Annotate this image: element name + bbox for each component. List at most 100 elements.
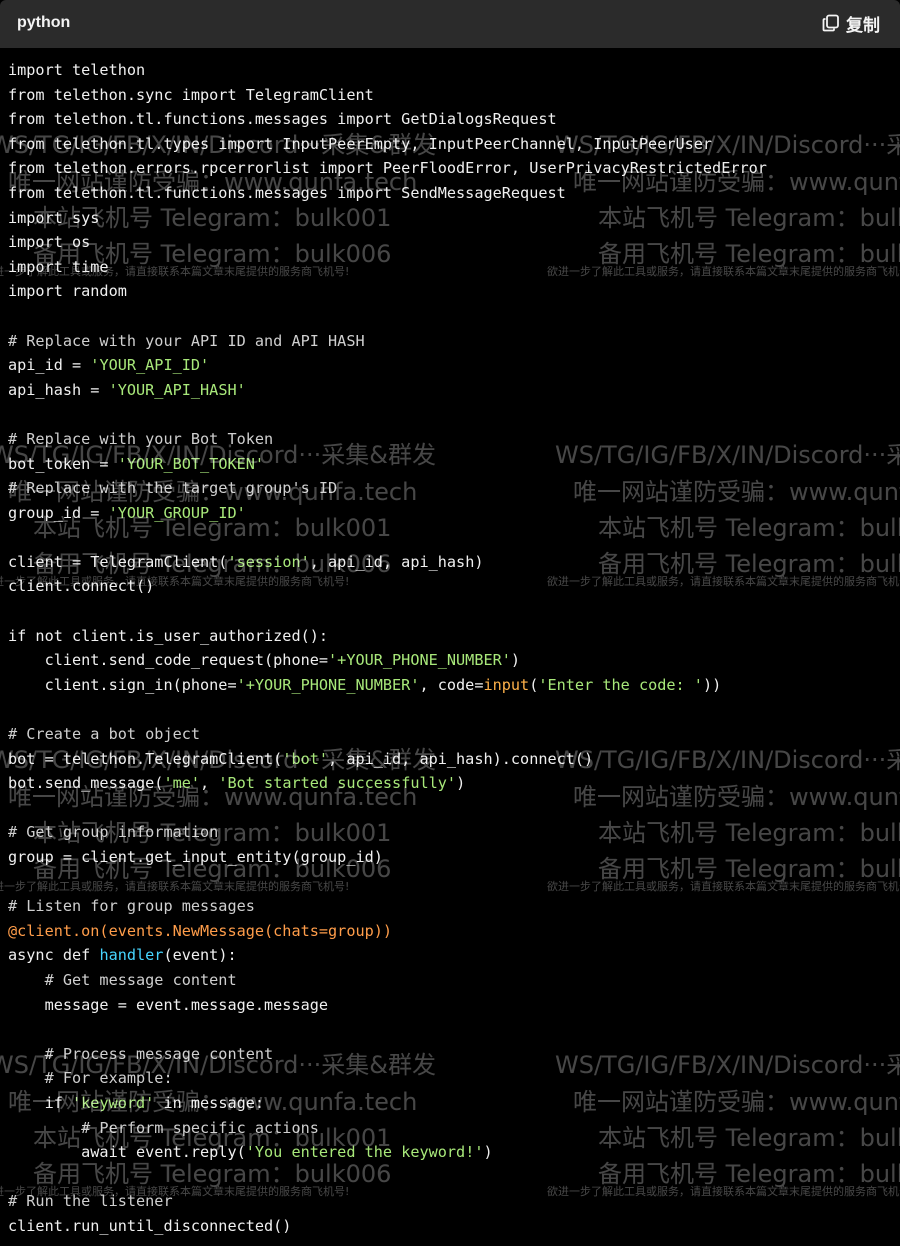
code-token: 'session': [227, 552, 310, 571]
code-token: client.connect(): [8, 577, 155, 596]
code-line: # Replace with your API ID and API HASH: [8, 329, 900, 354]
code-line: import sys: [8, 206, 900, 231]
code-line: # For example:: [8, 1066, 900, 1091]
code-token: import telethon: [8, 61, 146, 79]
code-token: # Perform specific actions: [8, 1118, 319, 1137]
code-line: # Replace with the target group's ID: [8, 476, 900, 501]
code-token: group = client.get_input_entity(group_id…: [8, 848, 383, 866]
code-token: 'You entered the keyword!': [245, 1143, 484, 1162]
code-token: group_id =: [8, 503, 109, 522]
code-block-header: python 复制: [0, 0, 900, 48]
code-block[interactable]: import telethon from telethon.sync import…: [8, 58, 900, 1239]
code-line: client.run_until_disconnected(): [8, 1214, 900, 1239]
code-token: # For example:: [8, 1069, 173, 1088]
code-token: 'me': [163, 774, 201, 793]
code-token: in message:: [154, 1093, 265, 1112]
code-token: async def: [8, 946, 100, 965]
code-token: # Replace with your API ID and API HASH: [8, 331, 365, 350]
code-line: # Get group information: [8, 820, 900, 845]
code-token: import random: [8, 282, 127, 301]
code-line: # Replace with your Bot Token: [8, 427, 900, 452]
copy-icon: [822, 14, 839, 32]
code-token: from telethon.sync import TelegramClient: [8, 85, 374, 104]
code-token: if: [8, 1093, 73, 1112]
code-token: # Replace with your Bot Token: [8, 429, 274, 448]
code-token: , api_id, api_hash): [309, 552, 484, 571]
code-line: # Create a bot object: [8, 722, 900, 747]
code-line: # Perform specific actions: [8, 1116, 900, 1141]
code-line: api_id = 'YOUR_API_ID': [8, 353, 900, 378]
code-line: client.connect(): [8, 574, 900, 599]
code-token: (: [529, 675, 539, 694]
code-token: from telethon.errors.rpcerrorlist import…: [8, 159, 767, 178]
code-token: 'YOUR_BOT_TOKEN': [117, 454, 265, 473]
copy-button[interactable]: 复制: [822, 12, 880, 36]
code-token: bot.send_message(: [8, 774, 164, 793]
code-line: from telethon.tl.functions.messages impo…: [8, 181, 900, 206]
code-line: bot = telethon.TelegramClient('bot', api…: [8, 747, 900, 772]
code-token: if not client.is_user_authorized():: [8, 626, 329, 645]
code-token: import time: [8, 257, 109, 276]
code-language-label: python: [17, 14, 71, 31]
copy-label: 复制: [846, 15, 880, 36]
code-line: api_hash = 'YOUR_API_HASH': [8, 378, 900, 403]
code-line: # Run the listener: [8, 1189, 900, 1214]
code-token: bot_token =: [8, 454, 118, 473]
code-line: if 'keyword' in message:: [8, 1091, 900, 1116]
code-token: message = event.message.message: [8, 995, 329, 1014]
code-token: import os: [8, 233, 91, 252]
code-token: # Run the listener: [8, 1192, 173, 1211]
code-line: client.send_code_request(phone='+YOUR_PH…: [8, 648, 900, 673]
code-line: import telethon: [8, 58, 900, 83]
code-token: ): [510, 651, 521, 670]
code-token: # Replace with the target group's ID: [8, 479, 338, 498]
code-token: bot = telethon.TelegramClient(: [8, 749, 283, 768]
code-token: '+YOUR_PHONE_NUMBER': [328, 651, 511, 670]
code-token: 'keyword': [72, 1093, 155, 1112]
code-token: '+YOUR_PHONE_NUMBER': [236, 675, 420, 694]
code-line: bot.send_message('me', 'Bot started succ…: [8, 771, 900, 796]
code-line: @client.on(events.NewMessage(chats=group…: [8, 919, 900, 944]
code-line: import random: [8, 279, 900, 304]
code-token: api_id =: [8, 356, 91, 375]
code-token: 'bot': [282, 749, 329, 768]
code-line: client.sign_in(phone='+YOUR_PHONE_NUMBER…: [8, 673, 900, 698]
code-token: 'Bot started successfully': [218, 774, 457, 793]
code-token: )): [702, 675, 722, 694]
code-token: , api_id, api_hash).connect(): [328, 749, 594, 768]
code-token: client.sign_in(phone=: [8, 675, 237, 694]
code-line: message = event.message.message: [8, 993, 900, 1018]
code-token: 'Enter the code: ': [538, 675, 703, 694]
code-line: bot_token = 'YOUR_BOT_TOKEN': [8, 452, 900, 477]
code-token: client = TelegramClient(: [8, 552, 228, 571]
code-line: from telethon.tl.functions.messages impo…: [8, 107, 900, 132]
code-line: from telethon.sync import TelegramClient: [8, 83, 900, 108]
code-line: if not client.is_user_authorized():: [8, 624, 900, 649]
code-line: group = client.get_input_entity(group_id…: [8, 845, 900, 870]
code-token: from telethon.tl.functions.messages impo…: [8, 183, 566, 202]
code-token: input: [483, 675, 530, 694]
code-line: group_id = 'YOUR_GROUP_ID': [8, 501, 900, 526]
code-token: api_hash =: [8, 380, 109, 399]
code-token: await event.reply(: [8, 1143, 246, 1162]
code-token: client.send_code_request(phone=: [8, 651, 329, 670]
code-token: client.run_until_disconnected(): [8, 1216, 292, 1235]
code-token: # Get message content: [8, 970, 237, 989]
code-token: @client.on(events.NewMessage(chats=group…: [8, 921, 393, 940]
code-token: ,: [200, 774, 219, 793]
code-token: # Listen for group messages: [8, 897, 255, 916]
code-token: ): [456, 774, 466, 793]
code-line: from telethon.errors.rpcerrorlist import…: [8, 156, 900, 181]
code-token: from telethon.tl.functions.messages impo…: [8, 110, 557, 129]
code-token: 'YOUR_GROUP_ID': [108, 503, 246, 522]
code-token: import sys: [8, 208, 100, 227]
code-token: # Get group information: [8, 823, 219, 842]
